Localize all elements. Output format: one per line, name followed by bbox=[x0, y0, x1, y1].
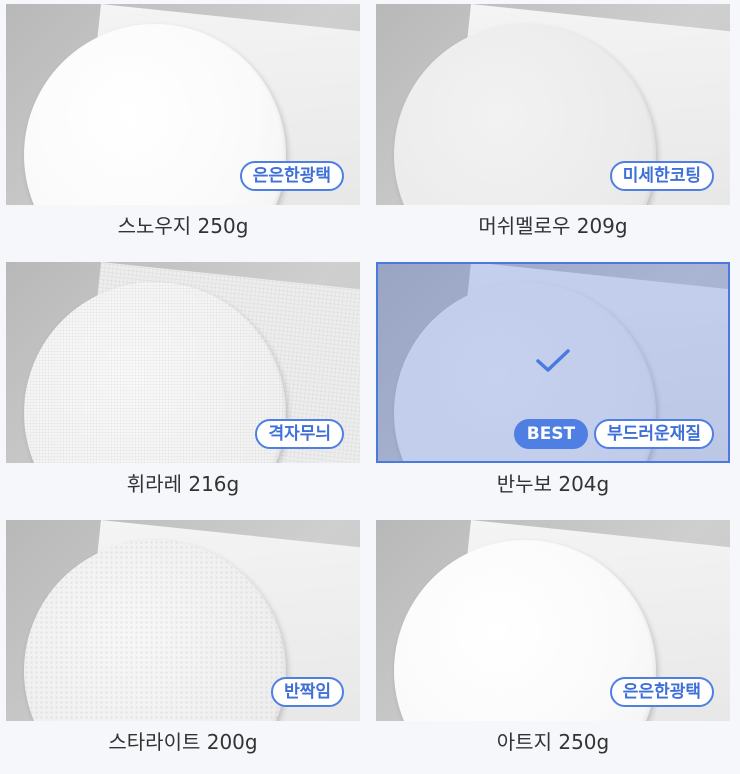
paper-option-starlight[interactable]: 반짝임 스타라이트 200g bbox=[6, 520, 360, 755]
checkmark-icon bbox=[536, 349, 570, 372]
texture-tag: 은은한광택 bbox=[239, 161, 344, 191]
paper-option-vannuvo-selected[interactable]: BEST 부드러운재질 반누보 204g bbox=[376, 262, 730, 497]
paper-option-firare[interactable]: 격자무늬 휘라레 216g bbox=[6, 262, 360, 497]
paper-name: 스노우지 250g bbox=[117, 214, 249, 238]
paper-options-grid: 은은한광택 스노우지 250g 미세한코팅 머쉬멜로우 209g 격자무늬 휘라… bbox=[0, 0, 740, 774]
tag-list: 반짝임 bbox=[271, 677, 344, 707]
paper-name: 반누보 204g bbox=[496, 472, 610, 496]
tag-list: 은은한광택 bbox=[239, 161, 344, 191]
texture-tag: 반짝임 bbox=[271, 677, 344, 707]
paper-name: 스타라이트 200g bbox=[108, 730, 258, 754]
paper-option-art[interactable]: 은은한광택 아트지 250g bbox=[376, 520, 730, 755]
tag-list: 격자무늬 bbox=[255, 419, 344, 449]
paper-name: 아트지 250g bbox=[496, 730, 610, 754]
texture-tag: 미세한코팅 bbox=[609, 161, 714, 191]
paper-thumbnail: 은은한광택 bbox=[6, 4, 360, 205]
tag-list: BEST 부드러운재질 bbox=[513, 419, 714, 449]
paper-name: 휘라레 216g bbox=[126, 472, 240, 496]
paper-option-marshmallow[interactable]: 미세한코팅 머쉬멜로우 209g bbox=[376, 4, 730, 239]
paper-thumbnail: 은은한광택 bbox=[376, 520, 730, 721]
tag-list: 미세한코팅 bbox=[609, 161, 714, 191]
texture-tag: 부드러운재질 bbox=[594, 419, 714, 449]
best-badge: BEST bbox=[513, 419, 589, 449]
texture-tag: 격자무늬 bbox=[255, 419, 344, 449]
paper-option-snow[interactable]: 은은한광택 스노우지 250g bbox=[6, 4, 360, 239]
paper-thumbnail: 반짝임 bbox=[6, 520, 360, 721]
paper-name: 머쉬멜로우 209g bbox=[478, 214, 628, 238]
paper-thumbnail: 미세한코팅 bbox=[376, 4, 730, 205]
texture-tag: 은은한광택 bbox=[609, 677, 714, 707]
tag-list: 은은한광택 bbox=[609, 677, 714, 707]
paper-thumbnail: 격자무늬 bbox=[6, 262, 360, 463]
paper-thumbnail: BEST 부드러운재질 bbox=[376, 262, 730, 463]
